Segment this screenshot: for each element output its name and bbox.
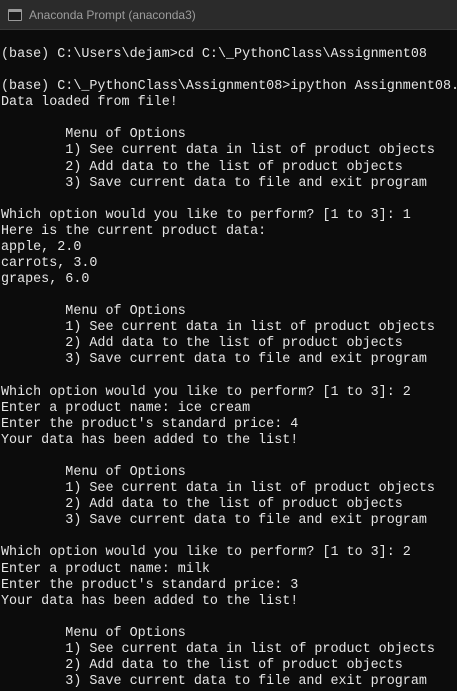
- terminal-line: grapes, 6.0: [1, 272, 90, 288]
- terminal-line: (base) C:\_PythonClass\Assignment08>ipyt…: [1, 79, 457, 95]
- terminal-line: Enter a product name: ice cream: [1, 400, 251, 416]
- terminal-line: 1) See current data in list of product o…: [1, 320, 435, 336]
- terminal-line: 3) Save current data to file and exit pr…: [1, 352, 427, 368]
- terminal-line: 3) Save current data to file and exit pr…: [1, 513, 427, 529]
- terminal-line: 1) See current data in list of product o…: [1, 641, 435, 657]
- console-icon: [8, 8, 22, 21]
- terminal-line: Which option would you like to perform? …: [1, 545, 411, 561]
- terminal-line: Here is the current product data:: [1, 223, 267, 239]
- terminal-line: 3) Save current data to file and exit pr…: [1, 175, 427, 191]
- terminal-line: 2) Add data to the list of product objec…: [1, 497, 403, 513]
- terminal-line: Enter a product name: milk: [1, 561, 210, 577]
- terminal-line: 1) See current data in list of product o…: [1, 481, 435, 497]
- terminal-line: apple, 2.0: [1, 239, 82, 255]
- terminal-line: 2) Add data to the list of product objec…: [1, 336, 403, 352]
- terminal-line: Menu of Options: [1, 465, 186, 481]
- terminal-line: 1) See current data in list of product o…: [1, 143, 435, 159]
- console-window: Anaconda Prompt (anaconda3) (base) C:\Us…: [0, 0, 457, 691]
- terminal-line: Menu of Options: [1, 625, 186, 641]
- terminal-line: 2) Add data to the list of product objec…: [1, 159, 403, 175]
- terminal-line: carrots, 3.0: [1, 256, 98, 272]
- terminal-line: Enter the product's standard price: 3: [1, 577, 299, 593]
- terminal-line: Your data has been added to the list!: [1, 432, 299, 448]
- terminal-line: 2) Add data to the list of product objec…: [1, 657, 403, 673]
- terminal-line: Data loaded from file!: [1, 95, 178, 111]
- terminal-output[interactable]: (base) C:\Users\dejam>cd C:\_PythonClass…: [1, 47, 457, 690]
- terminal-line: Your data has been added to the list!: [1, 593, 299, 609]
- terminal-line: Menu of Options: [1, 127, 186, 143]
- terminal-line: Which option would you like to perform? …: [1, 384, 411, 400]
- terminal-line: Which option would you like to perform? …: [1, 207, 411, 223]
- terminal-line: Menu of Options: [1, 304, 186, 320]
- title-bar[interactable]: Anaconda Prompt (anaconda3): [0, 0, 457, 30]
- terminal-line: Enter the product's standard price: 4: [1, 416, 299, 432]
- terminal-line: 3) Save current data to file and exit pr…: [1, 674, 427, 690]
- window-title: Anaconda Prompt (anaconda3): [29, 7, 196, 22]
- terminal-line: (base) C:\Users\dejam>cd C:\_PythonClass…: [1, 47, 427, 62]
